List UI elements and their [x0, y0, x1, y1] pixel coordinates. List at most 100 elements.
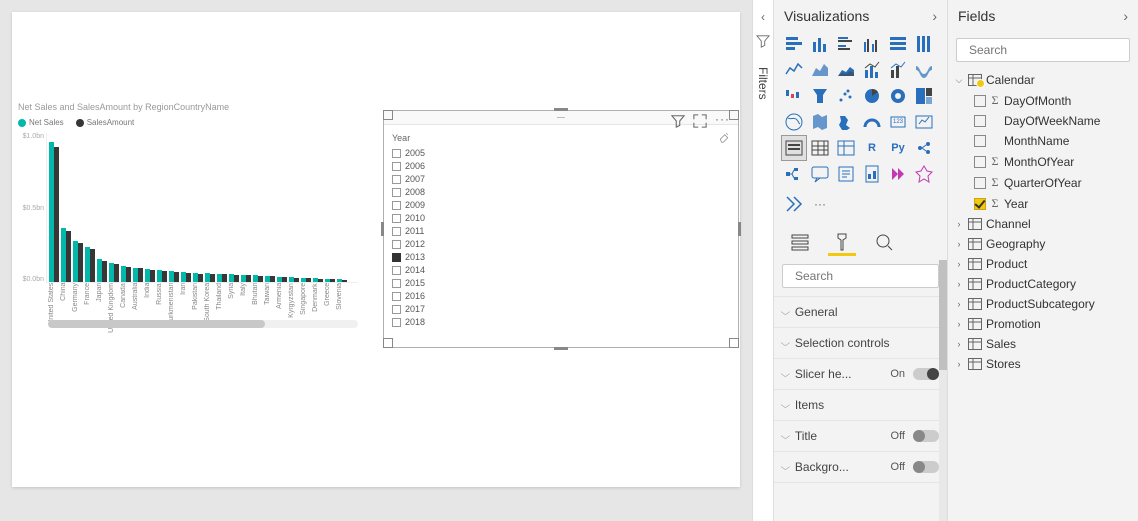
format-section[interactable]: ⌵Selection controls: [774, 328, 947, 359]
slicer-item[interactable]: 2005: [392, 147, 730, 160]
bar-pair[interactable]: [313, 278, 324, 282]
checkbox[interactable]: [392, 214, 401, 223]
chart-scrollbar[interactable]: [48, 320, 358, 328]
chevron-right-icon[interactable]: ›: [954, 359, 964, 369]
checkbox[interactable]: [392, 266, 401, 275]
vis-qa-icon[interactable]: [808, 162, 832, 186]
fields-search-input[interactable]: [969, 43, 1124, 57]
resize-handle[interactable]: [554, 347, 568, 350]
chevron-right-icon[interactable]: ›: [954, 259, 964, 269]
slicer-item[interactable]: 2009: [392, 199, 730, 212]
bar-pair[interactable]: [145, 269, 156, 282]
visualizations-header[interactable]: Visualizations ›: [774, 0, 947, 32]
checkbox[interactable]: [392, 240, 401, 249]
checkbox[interactable]: [392, 305, 401, 314]
bar-pair[interactable]: [301, 278, 312, 282]
vis-ribbon-icon[interactable]: [912, 58, 936, 82]
slicer-item[interactable]: 2014: [392, 264, 730, 277]
field-row[interactable]: MonthName: [952, 131, 1134, 151]
checkbox[interactable]: [392, 201, 401, 210]
bar-pair[interactable]: [121, 266, 132, 282]
bar-pair[interactable]: [97, 259, 108, 282]
chevron-down-icon[interactable]: ⌵: [954, 75, 964, 86]
toggle-switch[interactable]: [913, 368, 939, 380]
vis-filled-map-icon[interactable]: [808, 110, 832, 134]
pane-scrollbar[interactable]: [939, 260, 947, 521]
slicer-item[interactable]: 2013: [392, 251, 730, 264]
slicer-item[interactable]: 2015: [392, 277, 730, 290]
bar-pair[interactable]: [169, 271, 180, 282]
resize-handle[interactable]: [729, 338, 739, 348]
table-row[interactable]: ›ProductCategory: [952, 274, 1134, 294]
bar-pair[interactable]: [289, 277, 300, 282]
bar-pair[interactable]: [85, 247, 96, 282]
fields-search[interactable]: [956, 38, 1130, 62]
field-checkbox[interactable]: [974, 135, 986, 147]
bar-chart-visual[interactable]: Net Sales and SalesAmount by RegionCount…: [18, 102, 358, 324]
toggle-switch[interactable]: [913, 461, 939, 473]
vis-py-icon[interactable]: Py: [886, 136, 910, 160]
bar-pair[interactable]: [277, 277, 288, 282]
bar-pair[interactable]: [229, 274, 240, 282]
filters-pane-collapsed[interactable]: ‹ Filters: [752, 0, 774, 521]
vis-stacked-bar-icon[interactable]: [782, 32, 806, 56]
vis-pie-icon[interactable]: [860, 84, 884, 108]
field-row[interactable]: ΣYear: [952, 193, 1134, 214]
format-search-input[interactable]: [795, 269, 948, 283]
vis-kpi-icon[interactable]: [912, 110, 936, 134]
bar-pair[interactable]: [109, 263, 120, 282]
checkbox[interactable]: [392, 175, 401, 184]
vis-line-icon[interactable]: [782, 58, 806, 82]
vis-slicer-icon[interactable]: [782, 136, 806, 160]
bar-pair[interactable]: [265, 276, 276, 282]
bar-pair[interactable]: [241, 275, 252, 282]
format-section[interactable]: ⌵Items: [774, 390, 947, 421]
vis-100-column-icon[interactable]: [912, 32, 936, 56]
vis-stacked-area-icon[interactable]: [834, 58, 858, 82]
format-search[interactable]: [782, 264, 939, 288]
vis-card-icon[interactable]: 123: [886, 110, 910, 134]
slicer-item[interactable]: 2016: [392, 290, 730, 303]
vis-funnel-icon[interactable]: [808, 84, 832, 108]
chevron-right-icon[interactable]: ›: [954, 279, 964, 289]
field-row[interactable]: ΣQuarterOfYear: [952, 172, 1134, 193]
table-row[interactable]: ›Sales: [952, 334, 1134, 354]
chevron-right-icon[interactable]: ›: [954, 319, 964, 329]
bar-pair[interactable]: [193, 273, 204, 282]
format-section[interactable]: ⌵TitleOff: [774, 421, 947, 452]
expand-filters-icon[interactable]: ‹: [761, 10, 765, 24]
slicer-item[interactable]: 2010: [392, 212, 730, 225]
vis-clustered-bar-icon[interactable]: [834, 32, 858, 56]
resize-handle[interactable]: [738, 222, 741, 236]
format-section[interactable]: ⌵General: [774, 297, 947, 328]
resize-handle[interactable]: [554, 108, 568, 111]
bar-pair[interactable]: [217, 274, 228, 282]
slicer-item[interactable]: 2018: [392, 316, 730, 329]
table-row[interactable]: ›Promotion: [952, 314, 1134, 334]
vis-narrative-icon[interactable]: [834, 162, 858, 186]
slicer-item[interactable]: 2007: [392, 173, 730, 186]
slicer-item[interactable]: 2008: [392, 186, 730, 199]
bar-pair[interactable]: [157, 270, 168, 282]
more-options-icon[interactable]: ···: [715, 114, 730, 131]
vis-line-column2-icon[interactable]: [886, 58, 910, 82]
vis-clustered-column-icon[interactable]: [860, 32, 884, 56]
collapse-pane-icon[interactable]: ›: [932, 8, 937, 24]
vis-stacked-column-icon[interactable]: [808, 32, 832, 56]
checkbox[interactable]: [392, 253, 401, 262]
bar-pair[interactable]: [253, 275, 264, 282]
field-row[interactable]: ΣMonthOfYear: [952, 151, 1134, 172]
vis-paginated-icon[interactable]: [860, 162, 884, 186]
analytics-tab[interactable]: [872, 228, 896, 256]
table-row[interactable]: ›Geography: [952, 234, 1134, 254]
field-checkbox[interactable]: [974, 177, 986, 189]
bar-pair[interactable]: [49, 142, 60, 282]
report-canvas[interactable]: Net Sales and SalesAmount by RegionCount…: [12, 12, 740, 487]
field-row[interactable]: ΣDayOfMonth: [952, 90, 1134, 111]
vis-r-icon[interactable]: R: [860, 136, 884, 160]
bar-pair[interactable]: [133, 268, 144, 283]
bar-pair[interactable]: [325, 279, 336, 282]
bar-pair[interactable]: [61, 228, 72, 282]
table-row[interactable]: ›Product: [952, 254, 1134, 274]
checkbox[interactable]: [392, 292, 401, 301]
